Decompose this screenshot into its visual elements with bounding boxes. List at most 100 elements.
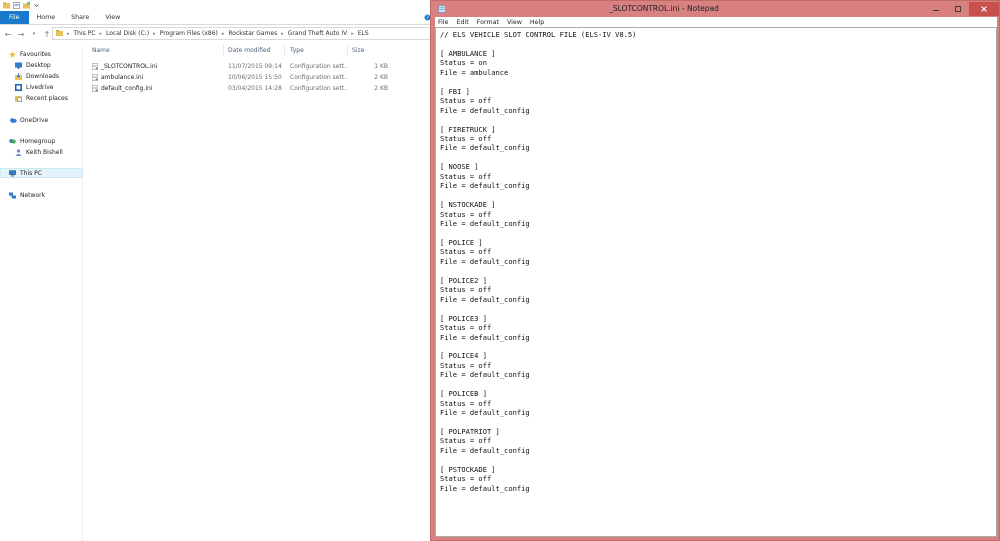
- breadcrumb-separator-icon: ▸: [99, 30, 103, 37]
- file-size: 1 KB: [374, 62, 388, 70]
- editor-content[interactable]: // ELS VEHICLE SLOT CONTROL FILE (ELS-IV…: [440, 30, 980, 530]
- file-type: Configuration sett...: [290, 84, 348, 92]
- breadcrumb-program-files[interactable]: Program Files (x86): [160, 30, 218, 37]
- sidebar-item-downloads[interactable]: Downloads: [0, 71, 83, 81]
- sidebar-item-recent-places[interactable]: Recent places: [0, 93, 83, 103]
- maximize-icon: [955, 6, 961, 12]
- homegroup-icon: [9, 138, 16, 145]
- forward-arrow-icon[interactable]: →: [16, 29, 26, 39]
- column-divider[interactable]: [347, 45, 348, 55]
- up-arrow-icon[interactable]: ↑: [42, 29, 52, 39]
- breadcrumb-separator-icon: ▸: [351, 30, 354, 37]
- recent-locations-chevron-icon[interactable]: ▾: [29, 29, 39, 39]
- file-row[interactable]: ambulance.ini 10/06/2015 15:50 Configura…: [86, 72, 432, 82]
- sidebar-item-label: OneDrive: [20, 116, 49, 124]
- properties-icon[interactable]: [13, 2, 20, 9]
- menu-help[interactable]: Help: [530, 19, 544, 26]
- menu-view[interactable]: View: [507, 19, 522, 26]
- file-explorer-window: File Home Share View ? ← → ▾ ↑ ▸ This PC…: [0, 0, 432, 541]
- close-button[interactable]: [969, 2, 999, 16]
- menu-file[interactable]: File: [438, 19, 449, 26]
- window-title: _SLOTCONTROL.ini - Notepad: [609, 4, 719, 13]
- file-type: Configuration sett...: [290, 62, 348, 70]
- column-divider[interactable]: [284, 45, 285, 55]
- tab-home[interactable]: Home: [29, 11, 64, 24]
- sidebar-item-onedrive[interactable]: OneDrive: [0, 115, 83, 125]
- sidebar-item-homegroup[interactable]: Homegroup: [0, 136, 83, 146]
- menu-edit[interactable]: Edit: [457, 19, 469, 26]
- menu-format[interactable]: Format: [477, 19, 499, 26]
- sidebar-item-label: Keith Bishell: [26, 148, 63, 156]
- column-divider[interactable]: [223, 45, 224, 55]
- sidebar-item-network[interactable]: Network: [0, 190, 83, 200]
- minimize-button[interactable]: [925, 2, 947, 16]
- quick-access-toolbar: [0, 0, 432, 11]
- tab-view[interactable]: View: [97, 11, 128, 24]
- breadcrumb-separator-icon: ▸: [221, 30, 225, 37]
- file-name: default_config.ini: [101, 84, 153, 92]
- column-header-name[interactable]: Name: [92, 45, 110, 55]
- breadcrumb-rockstar-games[interactable]: Rockstar Games: [228, 30, 277, 37]
- new-folder-icon[interactable]: [23, 2, 30, 9]
- customize-toolbar-icon[interactable]: [33, 2, 40, 9]
- file-row[interactable]: _SLOTCONTROL.ini 11/07/2015 09:14 Config…: [86, 61, 432, 71]
- title-bar[interactable]: _SLOTCONTROL.ini - Notepad: [431, 1, 999, 17]
- column-header-date-modified[interactable]: Date modified: [228, 45, 271, 55]
- sidebar-item-label: Downloads: [26, 72, 59, 80]
- ribbon-tabs: File Home Share View ?: [0, 11, 432, 25]
- sidebar-item-livedrive[interactable]: Livedrive: [0, 82, 83, 92]
- breadcrumb-separator-icon: ▸: [153, 30, 156, 37]
- sidebar-item-label: Desktop: [26, 61, 51, 69]
- star-icon: [9, 50, 16, 58]
- breadcrumb-els[interactable]: ELS: [358, 30, 369, 37]
- sidebar-item-user[interactable]: Keith Bishell: [0, 147, 83, 157]
- breadcrumb-separator-icon: ▸: [281, 30, 284, 37]
- sidebar-item-label: Recent places: [26, 94, 68, 102]
- breadcrumb-local-disk[interactable]: Local Disk (C:): [106, 30, 149, 37]
- navigation-pane: Favourites Desktop Downloads Livedrive R…: [0, 45, 83, 541]
- sidebar-item-this-pc[interactable]: This PC: [0, 168, 83, 178]
- sidebar-item-label: This PC: [20, 169, 42, 177]
- tab-share[interactable]: Share: [63, 11, 97, 24]
- file-date: 11/07/2015 09:14: [228, 62, 282, 70]
- desktop-icon: [15, 62, 22, 69]
- sidebar-item-label: Network: [20, 191, 46, 199]
- tab-file[interactable]: File: [0, 11, 29, 24]
- cloud-icon: [9, 117, 17, 124]
- sidebar-item-label: Homegroup: [20, 137, 56, 145]
- network-icon: [9, 192, 16, 199]
- file-type: Configuration sett...: [290, 73, 348, 81]
- text-editor[interactable]: // ELS VEHICLE SLOT CONTROL FILE (ELS-IV…: [435, 27, 997, 537]
- computer-icon: [9, 169, 16, 177]
- column-header-type[interactable]: Type: [290, 45, 304, 55]
- downloads-icon: [15, 72, 22, 80]
- breadcrumb-this-pc[interactable]: This PC: [74, 30, 96, 37]
- file-name-cell: default_config.ini: [92, 83, 222, 93]
- maximize-button[interactable]: [947, 2, 969, 16]
- notepad-window: _SLOTCONTROL.ini - Notepad File Edit For…: [430, 0, 1000, 541]
- back-arrow-icon[interactable]: ←: [3, 29, 13, 39]
- column-header-size[interactable]: Size: [352, 45, 364, 55]
- file-name: ambulance.ini: [101, 73, 144, 81]
- folder-icon: [56, 29, 63, 38]
- file-row[interactable]: default_config.ini 03/04/2015 14:28 Conf…: [86, 83, 432, 93]
- sidebar-item-label: Favourites: [20, 50, 51, 58]
- ini-file-icon: [92, 73, 98, 81]
- navigation-bar: ← → ▾ ↑ ▸ This PC ▸ Local Disk (C:) ▸ Pr…: [0, 27, 432, 41]
- breadcrumb-separator-icon: ▸: [67, 30, 70, 37]
- ini-file-icon: [92, 84, 98, 92]
- folder-icon[interactable]: [3, 2, 10, 9]
- user-icon: [15, 148, 22, 156]
- breadcrumb-gta-iv[interactable]: Grand Theft Auto IV: [288, 30, 347, 37]
- ini-file-icon: [92, 62, 98, 70]
- sidebar-item-desktop[interactable]: Desktop: [0, 60, 83, 70]
- recent-places-icon: [15, 95, 22, 102]
- sidebar-item-favourites[interactable]: Favourites: [0, 49, 83, 59]
- file-name-cell: ambulance.ini: [92, 72, 222, 82]
- file-date: 10/06/2015 15:50: [228, 73, 282, 81]
- file-name: _SLOTCONTROL.ini: [101, 62, 158, 70]
- livedrive-icon: [15, 83, 22, 91]
- file-list: Name Date modified Type Size _SLOTCONTRO…: [86, 45, 432, 541]
- address-bar[interactable]: ▸ This PC ▸ Local Disk (C:) ▸ Program Fi…: [52, 27, 432, 40]
- close-icon: [981, 6, 987, 12]
